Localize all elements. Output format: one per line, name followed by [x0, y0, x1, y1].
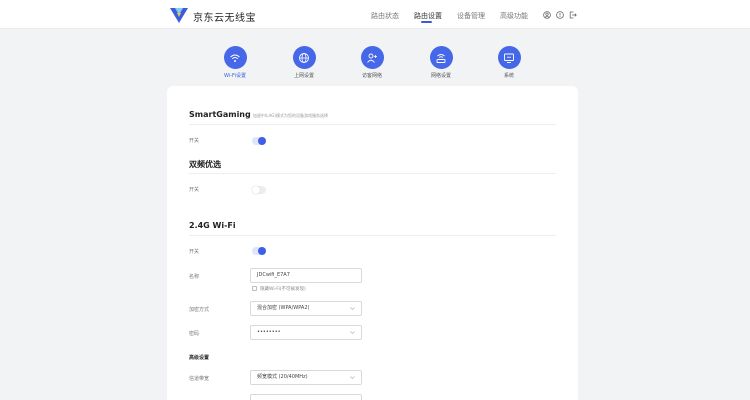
nav-active-indicator [421, 21, 432, 23]
bandwidth-select[interactable]: 频宽模式 (20/40MHz) [250, 370, 362, 385]
nav-device-management[interactable]: 设备管理 [457, 11, 485, 21]
wifi-name-label: 名称 [189, 274, 200, 280]
smartgaming-description: 加速中(LAG)模式为您的设备游戏服务选择 [252, 113, 328, 118]
tab-system[interactable]: 系统 [479, 46, 539, 79]
password-input[interactable]: •••••••• [250, 325, 362, 340]
divider [189, 173, 556, 174]
encryption-value: 混合加密 (WPA/WPA2) [257, 305, 310, 311]
tab-network-settings[interactable]: 网络设置 [411, 46, 471, 79]
password-label: 密码 [189, 331, 200, 337]
tab-guest-circle [360, 46, 384, 69]
divider [189, 124, 556, 125]
divider [189, 235, 556, 236]
brand-logo-icon [170, 8, 188, 23]
tab-internet-settings[interactable]: 上网设置 [274, 46, 334, 79]
globe-icon [299, 52, 309, 63]
monitor-icon [504, 53, 514, 63]
tab-network-circle [429, 46, 453, 69]
info-icon[interactable] [556, 11, 564, 19]
guest-user-icon [367, 53, 377, 63]
wifi-icon [230, 54, 240, 62]
smartgaming-section-title: SmartGaming 加速中(LAG)模式为您的设备游戏服务选择 [189, 110, 328, 119]
smartgaming-toggle[interactable] [252, 137, 266, 145]
hide-wifi-label: 隐藏Wi-Fi(不可被发现) [260, 287, 306, 292]
encryption-select[interactable]: 混合加密 (WPA/WPA2) [250, 301, 362, 316]
encryption-label: 加密方式 [189, 307, 210, 313]
wifi-name-input[interactable]: JDCwifi_E7A7 [250, 268, 362, 283]
settings-tabs: Wi-Fi设置 上网设置 访客网络 网络设置 系统 [0, 46, 750, 82]
brand-name: 京东云无线宝 [193, 13, 256, 24]
tab-system-circle [497, 46, 521, 69]
password-value: •••••••• [257, 329, 281, 335]
tab-wifi-settings[interactable]: Wi-Fi设置 [205, 46, 265, 79]
tab-label: 网络设置 [430, 73, 451, 79]
wifi-24g-switch-label: 开关 [189, 249, 200, 255]
bandwidth-value: 频宽模式 (20/40MHz) [257, 374, 308, 380]
chevron-down-icon [350, 331, 355, 334]
tab-label: 访客网络 [361, 73, 382, 79]
user-account-icon[interactable] [543, 11, 551, 19]
dual-band-section-title: 双频优选 [189, 160, 221, 169]
hide-wifi-checkbox[interactable] [252, 286, 257, 291]
wifi-24g-toggle[interactable] [252, 247, 266, 255]
tab-wifi-circle [223, 46, 247, 69]
next-setting-select[interactable] [250, 394, 362, 400]
smartgaming-switch-label: 开关 [189, 138, 200, 144]
hide-wifi-option[interactable]: 隐藏Wi-Fi(不可被发现) [252, 286, 306, 292]
tab-label: Wi-Fi设置 [224, 73, 246, 79]
smartgaming-title: SmartGaming [189, 110, 251, 119]
dual-band-toggle[interactable] [252, 186, 266, 194]
logout-icon[interactable] [569, 11, 577, 19]
tab-label: 上网设置 [293, 73, 314, 79]
nav-router-settings[interactable]: 路由设置 [414, 11, 442, 21]
wifi-24g-section-title: 2.4G Wi-Fi [189, 221, 236, 230]
wifi-settings-card: SmartGaming 加速中(LAG)模式为您的设备游戏服务选择 开关 双频优选… [167, 86, 578, 400]
top-bar: 京东云无线宝 路由状态 路由设置 设备管理 高级功能 [0, 0, 750, 29]
tab-guest-network[interactable]: 访客网络 [342, 46, 402, 79]
wifi-name-value: JDCwifi_E7A7 [257, 272, 290, 278]
router-icon [436, 53, 446, 63]
tab-internet-circle [292, 46, 316, 69]
nav-router-status[interactable]: 路由状态 [371, 11, 399, 21]
chevron-down-icon [350, 376, 355, 379]
dual-band-switch-label: 开关 [189, 187, 200, 193]
advanced-settings-heading: 高级设置 [189, 355, 210, 361]
tab-label: 系统 [503, 73, 514, 79]
chevron-down-icon [350, 307, 355, 310]
bandwidth-label: 信道带宽 [189, 376, 210, 382]
nav-advanced-features[interactable]: 高级功能 [500, 11, 528, 21]
